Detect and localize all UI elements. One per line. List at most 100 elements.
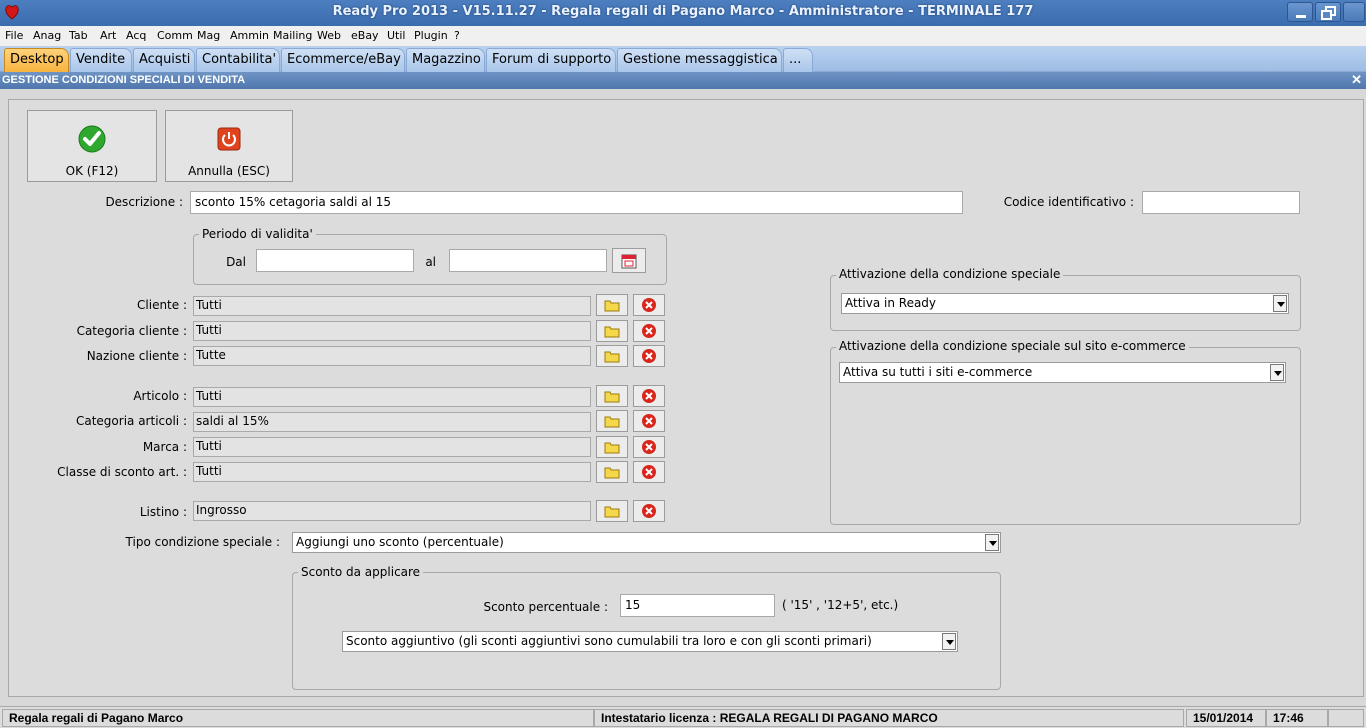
menu-ammin[interactable]: Ammin [230,29,269,42]
codice-label: Codice identificativo : [1003,195,1134,209]
window-title: Ready Pro 2013 - V15.11.27 - Regala rega… [332,4,1034,19]
section-header: GESTIONE CONDIZIONI SPECIALI DI VENDITA … [0,72,1366,89]
codice-input[interactable] [1142,191,1300,214]
attivazione-select[interactable]: Attiva in Ready [841,293,1289,314]
classe-sconto-browse-button[interactable] [596,461,628,483]
tab-vendite[interactable]: Vendite [70,48,132,72]
folder-icon [604,300,620,312]
marca-field: Tutti [193,437,591,457]
attivazione-value: Attiva in Ready [845,296,937,310]
classe-sconto-clear-button[interactable] [633,461,665,483]
sconto-percentuale-input[interactable]: 15 [620,594,775,617]
menu-plugin[interactable]: Plugin [414,29,448,42]
al-label: al [425,255,436,269]
categoria-articoli-browse-button[interactable] [596,410,628,432]
chevron-down-icon[interactable] [1270,364,1284,381]
attivazione-web-value: Attiva su tutti i siti e-commerce [843,365,1033,379]
title-bar: Ready Pro 2013 - V15.11.27 - Regala rega… [0,0,1366,26]
cancel-button-label: Annulla (ESC) [188,164,270,178]
clear-icon [642,349,656,363]
attivazione-web-select[interactable]: Attiva su tutti i siti e-commerce [839,362,1286,383]
articolo-label: Articolo : [133,389,187,403]
menu-util[interactable]: Util [387,29,405,42]
folder-icon [604,391,620,403]
cliente-clear-button[interactable] [633,294,665,316]
tab-contabilita[interactable]: Contabilita' [196,48,280,72]
tipo-condizione-value: Aggiungi uno sconto (percentuale) [296,535,504,549]
clear-icon [642,440,656,454]
categoria-articoli-field: saldi al 15% [193,412,591,432]
ok-button[interactable]: OK (F12) [27,110,157,182]
menu-acq[interactable]: Acq [126,29,146,42]
folder-icon [604,506,620,518]
restore-button[interactable] [1315,2,1341,22]
calendar-button[interactable] [612,248,646,273]
chevron-down-icon[interactable] [985,534,999,551]
listino-field: Ingrosso [193,501,591,521]
tab-messaggistica[interactable]: Gestione messaggistica [617,48,782,72]
clear-icon [642,298,656,312]
tab-forum[interactable]: Forum di supporto [486,48,616,72]
status-extra [1328,709,1364,727]
folder-icon [604,351,620,363]
menu-tab[interactable]: Tab [69,29,88,42]
listino-browse-button[interactable] [596,500,628,522]
tab-desktop[interactable]: Desktop [4,48,69,72]
chevron-down-icon[interactable] [1273,295,1287,312]
tab-more[interactable]: ... [783,48,813,72]
tab-acquisti[interactable]: Acquisti [133,48,195,72]
periodo-title: Periodo di validita' [199,227,316,241]
nazione-cliente-clear-button[interactable] [633,345,665,367]
section-title: GESTIONE CONDIZIONI SPECIALI DI VENDITA [2,74,246,86]
marca-clear-button[interactable] [633,436,665,458]
articolo-clear-button[interactable] [633,385,665,407]
nazione-cliente-browse-button[interactable] [596,345,628,367]
close-section-icon[interactable]: ✕ [1351,72,1362,88]
menu-file[interactable]: File [5,29,23,42]
clear-icon [642,504,656,518]
minimize-button[interactable] [1287,2,1313,22]
calendar-icon [621,254,637,268]
menu-bar: File Anag Tab Art Acq Comm Mag Ammin Mai… [0,26,1366,46]
sconto-tipo-select[interactable]: Sconto aggiuntivo (gli sconti aggiuntivi… [342,631,958,652]
menu-anag[interactable]: Anag [33,29,61,42]
clear-icon [642,389,656,403]
descrizione-input[interactable]: sconto 15% cetagoria saldi al 15 [190,191,963,214]
menu-art[interactable]: Art [100,29,116,42]
sconto-group-title: Sconto da applicare [298,565,424,579]
menu-help[interactable]: ? [454,29,460,42]
status-time: 17:46 [1266,709,1328,727]
menu-mailing[interactable]: Mailing [273,29,312,42]
categoria-cliente-label: Categoria cliente : [76,324,187,338]
chevron-down-icon[interactable] [942,633,956,650]
cliente-label: Cliente : [137,298,187,312]
cliente-browse-button[interactable] [596,294,628,316]
folder-icon [604,326,620,338]
al-date-input[interactable] [449,249,607,272]
restore-icon [1321,6,1336,20]
nazione-cliente-field: Tutte [193,346,591,366]
cancel-button[interactable]: Annulla (ESC) [165,110,293,182]
tipo-condizione-select[interactable]: Aggiungi uno sconto (percentuale) [292,532,1001,553]
categoria-articoli-clear-button[interactable] [633,410,665,432]
menu-web[interactable]: Web [317,29,341,42]
tab-bar: Desktop Vendite Acquisti Contabilita' Ec… [0,46,1366,72]
categoria-articoli-label: Categoria articoli : [75,414,187,428]
tab-ecommerce[interactable]: Ecommerce/eBay [281,48,405,72]
listino-clear-button[interactable] [633,500,665,522]
articolo-field: Tutti [193,387,591,407]
marca-browse-button[interactable] [596,436,628,458]
status-bar: Regala regali di Pagano Marco Intestatar… [0,706,1366,728]
close-window-button[interactable] [1343,2,1365,22]
dal-date-input[interactable] [256,249,414,272]
status-date: 15/01/2014 [1186,709,1266,727]
menu-ebay[interactable]: eBay [351,29,379,42]
articolo-browse-button[interactable] [596,385,628,407]
categoria-cliente-clear-button[interactable] [633,320,665,342]
tab-magazzino[interactable]: Magazzino [406,48,485,72]
categoria-cliente-browse-button[interactable] [596,320,628,342]
menu-comm[interactable]: Comm [157,29,193,42]
sconto-percentuale-label: Sconto percentuale : [483,600,608,614]
categoria-cliente-field: Tutti [193,321,591,341]
menu-mag[interactable]: Mag [197,29,220,42]
